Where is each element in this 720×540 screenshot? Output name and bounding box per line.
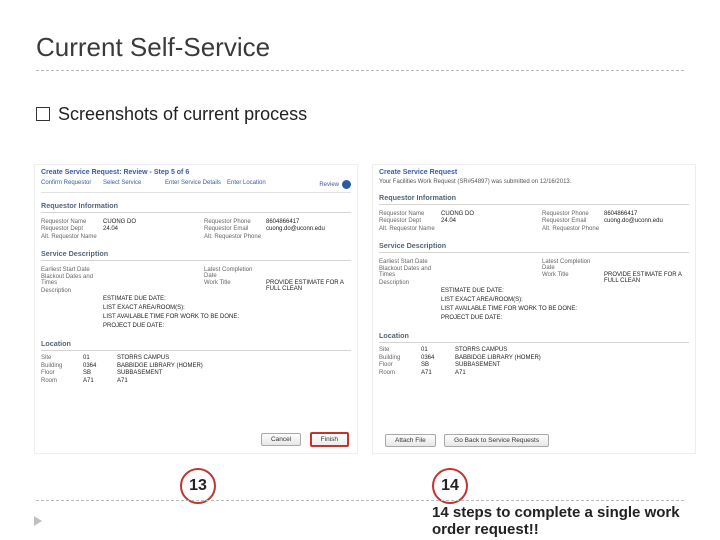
arrow-icon xyxy=(34,516,42,526)
step-2: Select Service xyxy=(103,180,165,189)
step-5: Review xyxy=(289,180,351,189)
divider-top xyxy=(36,70,684,71)
description-lines: ESTIMATE DUE DATE: LIST EXACT AREA/ROOM(… xyxy=(103,295,351,331)
requestor-grid: Requestor NameCUONG DO Requestor Dept24.… xyxy=(41,217,351,241)
page-title: Current Self-Service xyxy=(36,32,270,63)
panel-header-r: Create Service Request xyxy=(379,169,689,176)
subtitle: Screenshots of current process xyxy=(36,104,307,125)
step-3: Enter Service Details xyxy=(165,180,227,189)
location-grid: Site01STORRS CAMPUS Building0364BABBIDGE… xyxy=(41,355,351,384)
step-number-13: 13 xyxy=(180,468,216,504)
service-grid-r: Earliest Start Date Blackout Dates and T… xyxy=(379,257,689,287)
bullet-square xyxy=(36,107,50,121)
screenshot-14: Create Service Request Your Facilities W… xyxy=(372,164,696,454)
step-1: Confirm Requestor xyxy=(41,180,103,189)
section-location: Location xyxy=(41,339,351,351)
subtitle-text: Screenshots of current process xyxy=(58,104,307,124)
section-service-r: Service Description xyxy=(379,241,689,253)
attach-file-button[interactable]: Attach File xyxy=(385,434,436,447)
screenshot-13: Create Service Request: Review - Step 5 … xyxy=(34,164,358,454)
section-requestor: Requestor Information xyxy=(41,201,351,213)
requestor-grid-r: Requestor NameCUONG DO Requestor Dept24.… xyxy=(379,209,689,233)
section-requestor-r: Requestor Information xyxy=(379,193,689,205)
section-location-r: Location xyxy=(379,331,689,343)
go-back-button[interactable]: Go Back to Service Requests xyxy=(444,434,549,447)
submitted-msg: Your Facilities Work Request (SR#54897) … xyxy=(379,179,689,185)
step-number-14: 14 xyxy=(432,468,468,504)
step-active-dot xyxy=(342,180,351,189)
finish-button[interactable]: Finish xyxy=(310,432,349,447)
footer-text: 14 steps to complete a single work order… xyxy=(432,504,702,539)
cancel-button[interactable]: Cancel xyxy=(261,433,301,446)
step-4: Enter Location xyxy=(227,180,289,189)
location-grid-r: Site01STORRS CAMPUS Building0364BABBIDGE… xyxy=(379,347,689,376)
panel-buttons: Cancel Finish xyxy=(257,428,349,447)
section-service: Service Description xyxy=(41,249,351,261)
description-lines-r: ESTIMATE DUE DATE: LIST EXACT AREA/ROOM(… xyxy=(441,287,689,323)
panel-header: Create Service Request: Review - Step 5 … xyxy=(41,169,351,176)
panel-buttons-r: Attach File Go Back to Service Requests xyxy=(381,429,549,447)
service-grid: Earliest Start Date Blackout Dates and T… xyxy=(41,265,351,295)
divider-bottom xyxy=(36,500,684,501)
wizard-steps: Confirm Requestor Select Service Enter S… xyxy=(41,180,351,193)
